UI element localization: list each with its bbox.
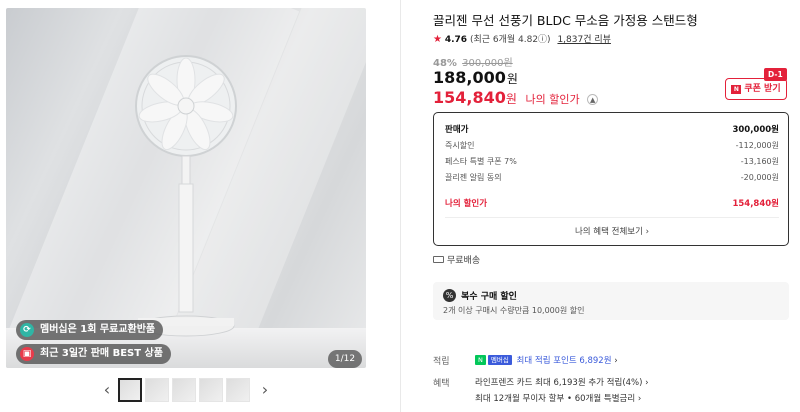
breakdown-value: -20,000원	[740, 173, 779, 182]
shipping-label: 무료배송	[447, 256, 481, 266]
shipping-info: 무료배송	[433, 253, 480, 266]
star-icon: ★	[433, 34, 442, 45]
points-label: 적립	[433, 357, 450, 367]
gift-icon: ▣	[20, 347, 34, 361]
breakdown-label: 페스타 특별 쿠폰 7%	[445, 157, 517, 166]
breakdown-value: 154,840원	[732, 199, 779, 209]
points-value[interactable]: N 멤버십 최대 적립 포인트 6,892원 ›	[475, 354, 618, 366]
product-gallery: ⟳ 멤버십은 1회 무료교환반품 ▣ 최근 3일간 판매 BEST 상품 1/1…	[0, 0, 400, 412]
my-price-label: 나의 할인가	[525, 93, 580, 106]
rating-detail[interactable]: (최근 6개월 4.82ⓘ)	[470, 35, 551, 45]
thumbnail-next-button[interactable]: ›	[258, 380, 272, 399]
stand-fan-illustration	[135, 55, 237, 337]
product-page: ⟳ 멤버십은 1회 무료교환반품 ▣ 최근 3일간 판매 BEST 상품 1/1…	[0, 0, 800, 412]
chevron-right-icon: ›	[614, 356, 618, 366]
thumbnail-5[interactable]	[226, 378, 250, 402]
best-seller-badge-label: 최근 3일간 판매 BEST 상품	[40, 348, 163, 359]
breakdown-label: 끌리젠 알림 동의	[445, 173, 502, 182]
breakdown-label: 나의 할인가	[445, 199, 488, 209]
breakdown-label: 판매가	[445, 125, 469, 135]
percent-icon: %	[443, 289, 456, 302]
naver-pay-badge: N	[475, 355, 486, 365]
truck-icon	[433, 256, 444, 263]
breakdown-row: 즉시할인 -112,000원	[445, 140, 779, 151]
image-counter: 1/12	[328, 350, 362, 368]
breakdown-value: -112,000원	[735, 141, 779, 150]
installment-link[interactable]: 최대 12개월 무이자 할부 • 60개월 특별금리 ›	[475, 392, 641, 404]
thumbnail-1[interactable]	[118, 378, 142, 402]
breakdown-row-my-price: 나의 할인가 154,840원	[445, 197, 779, 209]
price-breakdown-box: 판매가 300,000원 즉시할인 -112,000원 페스타 특별 쿠폰 7%…	[433, 112, 789, 246]
my-price-unit: 원	[505, 92, 517, 106]
naver-coupon-icon: N	[731, 85, 742, 94]
breakdown-row: 끌리젠 알림 동의 -20,000원	[445, 172, 779, 183]
product-title: 끌리젠 무선 선풍기 BLDC 무소음 가정용 스탠드형	[433, 13, 698, 28]
coupon-button[interactable]: N 쿠폰 받기	[725, 78, 787, 100]
discount-line: 48% 300,000원	[433, 54, 513, 69]
breakdown-value: 300,000원	[732, 125, 779, 135]
rating-score: 4.76	[444, 35, 468, 45]
membership-badge-label: 멤버십은 1회 무료교환반품	[40, 324, 156, 335]
chevron-up-icon[interactable]: ▲	[587, 94, 599, 105]
divider	[445, 217, 779, 218]
column-divider	[400, 0, 401, 412]
breakdown-row: 페스타 특별 쿠폰 7% -13,160원	[445, 156, 779, 167]
view-all-benefits-link[interactable]: 나의 혜택 전체보기 ›	[434, 225, 790, 237]
best-seller-badge: ▣ 최근 3일간 판매 BEST 상품	[16, 344, 171, 364]
breakdown-label: 즉시할인	[445, 141, 475, 150]
sale-price-unit: 원	[506, 72, 518, 86]
main-product-image[interactable]: ⟳ 멤버십은 1회 무료교환반품 ▣ 최근 3일간 판매 BEST 상품 1/1…	[6, 8, 366, 368]
my-price-value: 154,840	[433, 88, 506, 107]
thumbnail-strip: ‹ ›	[100, 376, 280, 406]
multi-buy-title: 복수 구매 할인	[461, 292, 517, 302]
breakdown-row: 판매가 300,000원	[445, 123, 779, 135]
sale-price-value: 188,000	[433, 68, 506, 87]
rating-summary: ★ 4.76 (최근 6개월 4.82ⓘ) 1,837건 리뷰	[433, 32, 611, 45]
coupon-button-label: 쿠폰 받기	[744, 84, 781, 94]
multi-buy-discount-box: % 복수 구매 할인 2개 이상 구매시 수량만큼 10,000원 할인	[433, 282, 789, 320]
card-benefit-link[interactable]: 라인프렌즈 카드 최대 6,193원 추가 적립(4%) ›	[475, 376, 649, 388]
breakdown-value: -13,160원	[740, 157, 779, 166]
thumbnail-2[interactable]	[145, 378, 169, 402]
multi-buy-desc: 2개 이상 구매시 수량만큼 10,000원 할인	[443, 306, 585, 315]
review-count-link[interactable]: 1,837건 리뷰	[557, 35, 610, 45]
thumbnail-4[interactable]	[199, 378, 223, 402]
benefits-label: 혜택	[433, 379, 450, 389]
sale-price: 188,000원	[433, 68, 518, 87]
product-info: 끌리젠 무선 선풍기 BLDC 무소음 가정용 스탠드형 ★ 4.76 (최근 …	[433, 0, 793, 412]
points-text: 최대 적립 포인트 6,892원	[516, 356, 612, 366]
membership-badge-small: 멤버십	[487, 355, 512, 365]
thumbnail-3[interactable]	[172, 378, 196, 402]
dday-badge: D-1	[764, 68, 787, 81]
exchange-icon: ⟳	[20, 323, 34, 337]
thumbnail-prev-button[interactable]: ‹	[100, 380, 114, 399]
my-discount-price: 154,840원 나의 할인가 ▲	[433, 88, 599, 107]
membership-badge: ⟳ 멤버십은 1회 무료교환반품	[16, 320, 164, 340]
